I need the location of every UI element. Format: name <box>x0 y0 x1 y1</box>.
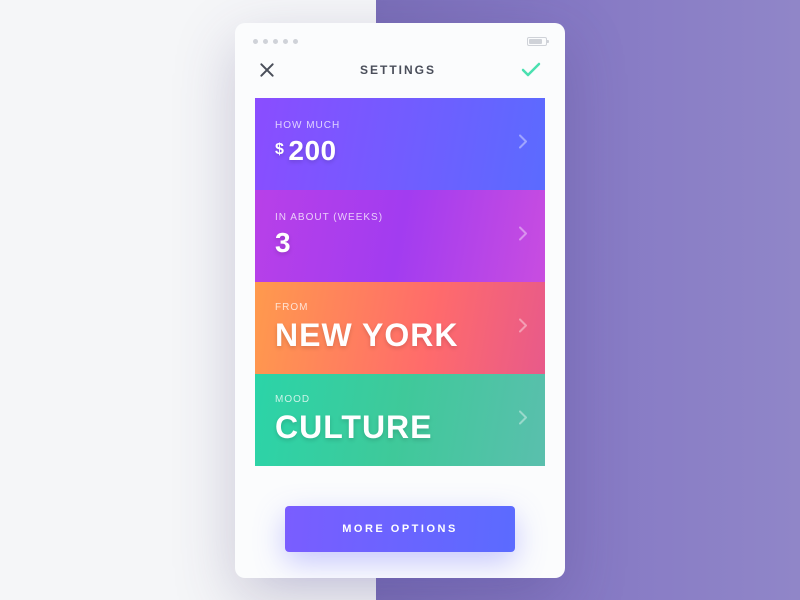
chevron-right-icon <box>519 134 527 153</box>
duration-card[interactable]: IN ABOUT (WEEKS) 3 <box>255 190 545 282</box>
more-options-button[interactable]: MORE OPTIONS <box>285 506 515 552</box>
origin-card[interactable]: FROM NEW YORK <box>255 282 545 374</box>
card-label: FROM <box>275 302 525 313</box>
close-icon[interactable] <box>259 62 275 78</box>
budget-card[interactable]: HOW MUCH $200 <box>255 98 545 190</box>
confirm-icon[interactable] <box>521 62 541 78</box>
settings-cards: HOW MUCH $200 IN ABOUT (WEEKS) 3 FROM NE… <box>235 98 565 466</box>
chevron-right-icon <box>519 318 527 337</box>
page-title: SETTINGS <box>360 63 436 77</box>
card-value: $200 <box>275 135 525 167</box>
battery-icon <box>527 37 547 46</box>
mood-card[interactable]: MOOD CULTURE <box>255 374 545 466</box>
settings-panel: SETTINGS HOW MUCH $200 IN ABOUT (WEEKS) … <box>235 23 565 578</box>
signal-dots-icon <box>253 39 298 44</box>
card-label: MOOD <box>275 394 525 405</box>
status-bar <box>235 37 565 56</box>
card-label: IN ABOUT (WEEKS) <box>275 212 525 223</box>
chevron-right-icon <box>519 410 527 429</box>
card-value: CULTURE <box>275 409 525 446</box>
card-label: HOW MUCH <box>275 120 525 131</box>
chevron-right-icon <box>519 226 527 245</box>
footer: MORE OPTIONS <box>235 486 565 578</box>
card-value: NEW YORK <box>275 317 525 354</box>
card-value: 3 <box>275 227 525 259</box>
header: SETTINGS <box>235 56 565 98</box>
